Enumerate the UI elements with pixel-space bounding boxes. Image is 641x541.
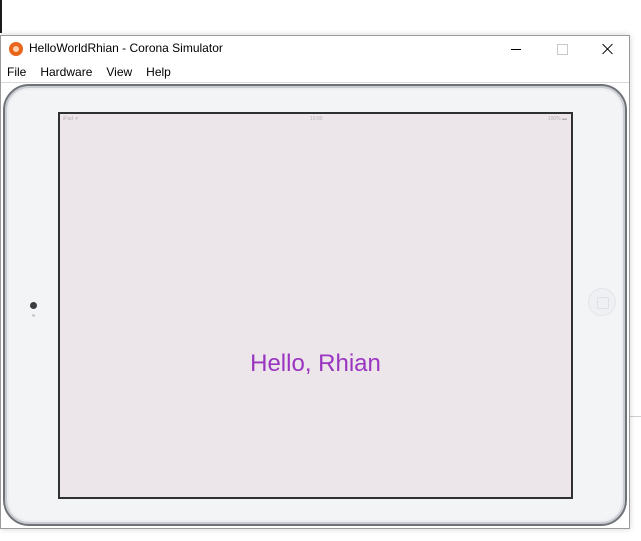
desktop: HelloWorldRhian - Corona Simulator File … (0, 0, 641, 541)
status-time: 10:00 (310, 116, 323, 122)
close-icon (602, 43, 614, 55)
maximize-icon (556, 43, 568, 55)
device-screen[interactable]: iPad ᯤ 10:00 100% ▬ Hello, Rhian (58, 112, 573, 499)
hello-label: Hello, Rhian (250, 350, 381, 377)
device-status-bar: iPad ᯤ 10:00 100% ▬ (60, 116, 571, 124)
status-battery: 100% ▬ (547, 116, 567, 122)
maximize-button[interactable] (539, 36, 585, 62)
minimize-icon (511, 48, 521, 50)
close-button[interactable] (585, 36, 631, 62)
simulator-window: HelloWorldRhian - Corona Simulator File … (0, 35, 630, 529)
camera-sensor-icon (32, 314, 35, 317)
menu-hardware[interactable]: Hardware (33, 62, 99, 82)
menu-file[interactable]: File (1, 62, 33, 82)
status-carrier: iPad ᯤ (63, 116, 79, 122)
ipad-device-frame: iPad ᯤ 10:00 100% ▬ Hello, Rhian (3, 84, 627, 526)
menu-view[interactable]: View (99, 62, 139, 82)
menu-bar: File Hardware View Help (1, 62, 629, 83)
home-button[interactable] (588, 288, 616, 316)
window-title: HelloWorldRhian - Corona Simulator (29, 41, 223, 55)
front-camera-icon (30, 302, 37, 309)
background-window-edge (0, 0, 2, 33)
minimize-button[interactable] (493, 36, 539, 62)
corona-icon (9, 42, 23, 56)
menu-help[interactable]: Help (139, 62, 178, 82)
background-window-line (630, 416, 641, 417)
title-bar[interactable]: HelloWorldRhian - Corona Simulator (1, 36, 629, 62)
